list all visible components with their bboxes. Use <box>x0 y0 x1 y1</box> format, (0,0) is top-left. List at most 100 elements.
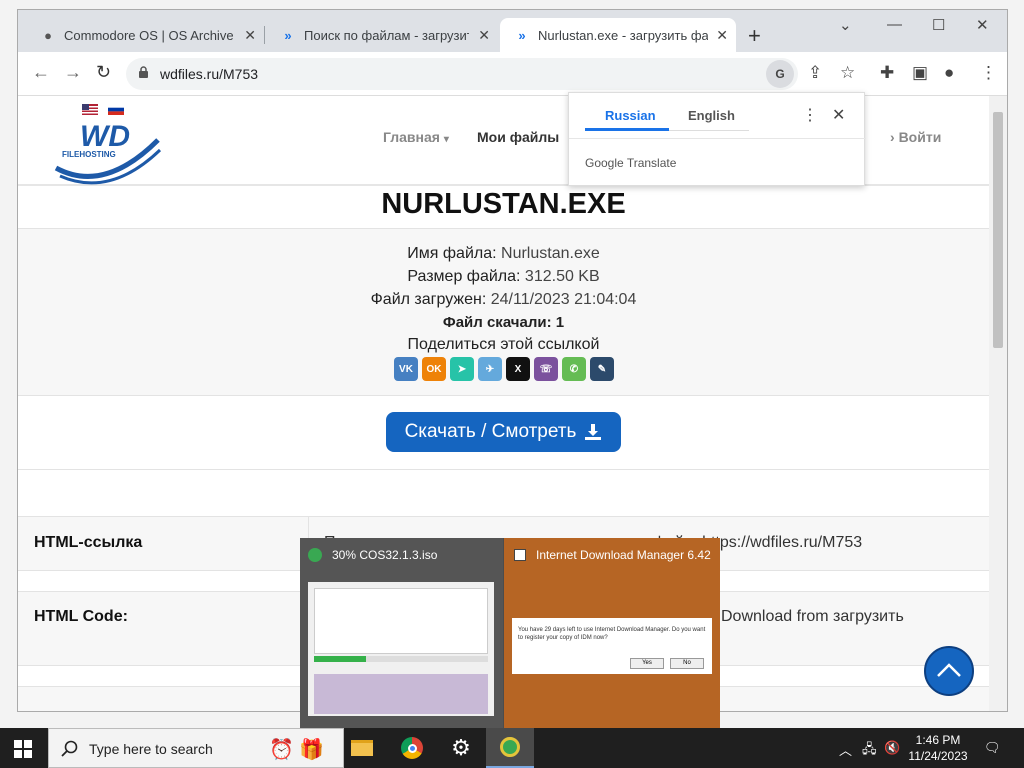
ru-flag-icon[interactable] <box>108 104 124 115</box>
close-tab-icon[interactable]: ✕ <box>478 27 490 44</box>
tab-search-icon[interactable]: ⌄ <box>839 16 852 34</box>
windows-taskbar: Type here to search ⏰ 🎁 ⚙ ︿ 🖧 🔇 1:46 PM … <box>0 728 1024 768</box>
new-tab-button[interactable]: + <box>748 23 761 49</box>
scrollbar-thumb[interactable] <box>993 112 1003 348</box>
upload-date-label: Файл загружен: <box>370 291 487 308</box>
lang-english-tab[interactable]: English <box>688 108 735 123</box>
site-favicon-icon: » <box>518 27 526 43</box>
idm-taskbar-icon[interactable] <box>486 728 534 768</box>
tab-title: Nurlustan.exe - загрузить файл <box>538 27 708 43</box>
taskbar-search[interactable]: Type here to search ⏰ 🎁 <box>48 728 344 768</box>
vk-share-icon[interactable]: VK <box>394 357 418 381</box>
viber-share-icon[interactable]: ☏ <box>534 357 558 381</box>
close-tab-icon[interactable]: ✕ <box>716 27 728 44</box>
extensions-icon[interactable]: ✚ <box>880 63 894 83</box>
notifications-icon[interactable]: 🗨 <box>984 740 1001 756</box>
yes-button[interactable]: Yes <box>630 658 664 669</box>
close-tab-icon[interactable]: ✕ <box>244 27 256 44</box>
x-share-icon[interactable]: X <box>506 357 530 381</box>
html-code-label: HTML Code: <box>34 608 128 625</box>
idm-icon <box>308 548 322 562</box>
file-size-value: 312.50 KB <box>524 268 600 285</box>
lock-icon <box>139 66 148 78</box>
nav-home[interactable]: Главная ▾ <box>383 129 449 145</box>
active-lang-underline <box>585 128 669 131</box>
idm-download-title: 30% COS32.1.3.iso <box>332 548 438 562</box>
system-clock[interactable]: 1:46 PM 11/24/2023 <box>898 732 978 764</box>
tab-nurlustan[interactable]: » Nurlustan.exe - загрузить файл ✕ <box>500 18 736 52</box>
upload-date-value: 24/11/2023 21:04:04 <box>490 291 637 308</box>
settings-gear-icon[interactable]: ⚙ <box>437 728 485 768</box>
bookmark-star-icon[interactable]: ☆ <box>840 63 855 83</box>
tab-commodore[interactable]: ● Commodore OS | OS Archive ✕ <box>26 18 264 52</box>
idm-app-preview[interactable]: Internet Download Manager 6.42 You have … <box>504 538 720 728</box>
maximize-icon[interactable]: ☐ <box>932 16 945 34</box>
download-button-label: Скачать / Смотреть <box>404 421 577 442</box>
upload-date-line: Файл загружен: 24/11/2023 21:04:04 <box>18 291 989 309</box>
progress-track <box>314 656 488 662</box>
language-flags <box>82 104 124 115</box>
scroll-top-button[interactable] <box>924 646 974 696</box>
lang-russian-tab[interactable]: Russian <box>605 108 656 123</box>
html-code-value[interactable]: Download from загрузить <box>721 608 904 626</box>
lang-underline <box>669 130 749 131</box>
progress-fill <box>314 656 367 662</box>
nav-my-files[interactable]: Мои файлы <box>477 129 559 145</box>
ok-share-icon[interactable]: OK <box>422 357 446 381</box>
globe-icon: ● <box>44 27 52 43</box>
telegram-share-icon[interactable]: ✈ <box>478 357 502 381</box>
file-name-line: Имя файла: Nurlustan.exe <box>18 245 989 263</box>
divider <box>18 469 989 470</box>
translate-icon[interactable]: G <box>766 60 794 88</box>
profile-icon[interactable]: ● <box>944 63 954 83</box>
share-label: Поделиться этой ссылкой <box>407 336 600 353</box>
page-scrollbar[interactable] <box>989 96 1007 711</box>
address-bar[interactable]: wdfiles.ru/M753 G <box>126 58 798 90</box>
nav-login[interactable]: › Войти <box>890 129 941 145</box>
taskbar-thumbnail-preview: 30% COS32.1.3.iso Internet Download Mana… <box>300 538 720 728</box>
share-buttons: VK OK ➤ ✈ X ☏ ✆ ✎ <box>394 357 614 381</box>
file-name-label: Имя файла: <box>407 245 497 262</box>
tab-search[interactable]: » Поиск по файлам - загрузить ф ✕ <box>266 18 498 52</box>
moi-mir-share-icon[interactable]: ➤ <box>450 357 474 381</box>
logo-swoosh <box>54 138 162 185</box>
url-text: wdfiles.ru/M753 <box>160 66 259 82</box>
side-panel-icon[interactable]: ▣ <box>912 63 928 83</box>
idm-register-message: You have 29 days left to use Internet Do… <box>518 627 706 641</box>
nav-login-label: Войти <box>898 129 942 145</box>
site-favicon-icon: » <box>284 27 292 43</box>
tab-title: Поиск по файлам - загрузить ф <box>304 27 469 43</box>
divider <box>569 138 866 139</box>
livejournal-share-icon[interactable]: ✎ <box>590 357 614 381</box>
search-placeholder: Type here to search <box>89 741 213 757</box>
file-size-label: Размер файла: <box>407 268 521 285</box>
share-icon[interactable]: ⇪ <box>808 63 822 83</box>
idm-download-window <box>308 582 494 716</box>
windows-start-icon[interactable] <box>14 740 32 758</box>
back-icon[interactable]: ← <box>32 62 50 83</box>
more-options-icon[interactable]: ⋮ <box>802 105 818 125</box>
close-popup-icon[interactable]: ✕ <box>832 105 845 125</box>
us-flag-icon[interactable] <box>82 104 98 115</box>
minimize-icon[interactable]: — <box>887 16 902 33</box>
close-window-icon[interactable]: ✕ <box>976 16 989 34</box>
tab-separator <box>264 26 265 44</box>
whatsapp-share-icon[interactable]: ✆ <box>562 357 586 381</box>
google-translate-popup: Russian English ⋮ ✕ Google Translate <box>568 92 866 186</box>
download-status-box <box>314 588 488 654</box>
reload-icon[interactable]: ↻ <box>96 62 111 83</box>
file-name-value: Nurlustan.exe <box>501 245 600 262</box>
nav-home-label: Главная <box>383 129 440 145</box>
download-button[interactable]: Скачать / Смотреть <box>386 412 621 452</box>
chrome-icon[interactable] <box>388 728 436 768</box>
show-hidden-icons-icon[interactable]: ︿ <box>839 740 852 759</box>
forward-icon[interactable]: → <box>64 62 82 83</box>
idm-download-preview[interactable]: 30% COS32.1.3.iso <box>300 538 503 728</box>
menu-icon[interactable]: ⋮ <box>980 63 997 83</box>
site-logo[interactable]: WD FILEHOSTING <box>54 116 164 185</box>
gift-icon: 🎁 <box>299 739 324 761</box>
file-explorer-icon[interactable] <box>338 728 386 768</box>
network-icon[interactable]: 🖧 <box>862 740 877 762</box>
no-button[interactable]: No <box>670 658 704 669</box>
download-icon <box>585 424 602 440</box>
